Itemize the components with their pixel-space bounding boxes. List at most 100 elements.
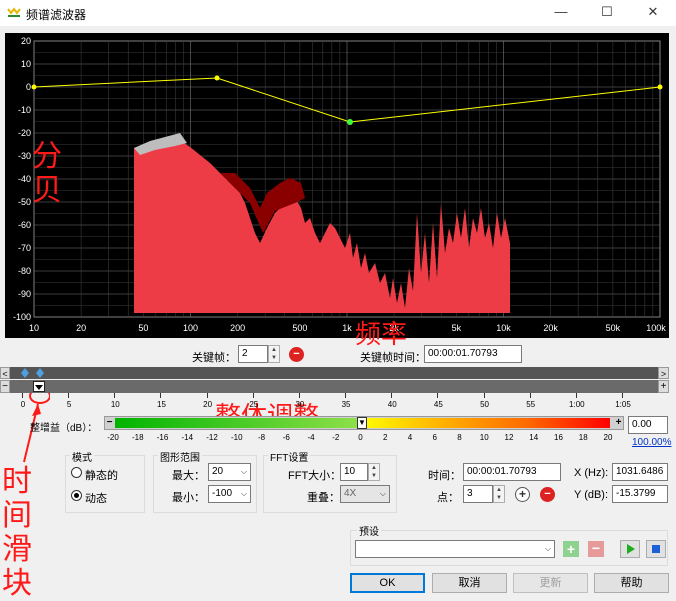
point-time-input[interactable]: 00:00:01.70793: [463, 463, 561, 481]
time-tick: [160, 393, 162, 398]
time-tick-label: 40: [387, 400, 397, 409]
time-tick-label: 1:05: [615, 400, 631, 409]
maximize-button[interactable]: ☐: [584, 0, 630, 26]
app-icon: [7, 7, 21, 19]
time-tick-label: 0: [20, 400, 26, 409]
y-input[interactable]: -15.3799: [612, 485, 668, 503]
close-button[interactable]: ✕: [630, 0, 676, 26]
help-button[interactable]: 帮助: [594, 573, 669, 593]
minimize-button[interactable]: —: [538, 0, 584, 26]
cancel-button[interactable]: 取消: [432, 573, 507, 593]
preset-select[interactable]: ⌵: [355, 540, 555, 558]
spectrum-fill: [134, 140, 510, 313]
fft-size-stepper[interactable]: ▲ ▼: [368, 463, 380, 481]
max-value: 20: [212, 466, 224, 477]
play-icon: [627, 544, 635, 554]
y-tick-label: -20: [18, 128, 31, 138]
gain-slider[interactable]: ▼ − +: [104, 416, 624, 430]
curve-point: [31, 84, 37, 90]
gain-scale-label: 14: [529, 433, 539, 442]
gain-plus-button[interactable]: +: [614, 417, 623, 429]
overlap-select[interactable]: 4X ⌵: [340, 485, 390, 503]
ok-button[interactable]: OK: [350, 573, 425, 593]
annotation-freq: 频率: [355, 320, 408, 350]
track-left-arrow[interactable]: <: [0, 367, 10, 379]
overlap-value: 4X: [344, 488, 357, 499]
x-input[interactable]: 1031.6486: [612, 463, 668, 481]
gain-percent-link[interactable]: 100.00%: [632, 437, 671, 448]
range-title: 图形范围: [158, 449, 202, 464]
stop-button[interactable]: [646, 540, 666, 558]
x-tick-label: 100k: [646, 323, 666, 333]
gain-scale-label: 4: [407, 433, 413, 442]
time-plus-button[interactable]: +: [658, 380, 669, 393]
static-radio[interactable]: [71, 467, 82, 478]
keyframe-marker[interactable]: [36, 368, 44, 378]
gain-scale-label: 18: [578, 433, 588, 442]
add-point-button[interactable]: +: [515, 487, 530, 502]
static-label: 静态的: [85, 470, 118, 482]
y-tick-label: -70: [18, 243, 31, 253]
point-stepper[interactable]: ▲ ▼: [493, 485, 505, 503]
gain-scale-label: 8: [457, 433, 462, 442]
keyframe-marker[interactable]: [21, 368, 29, 378]
gain-scale-label: -18: [131, 433, 144, 442]
min-select[interactable]: -100 ⌵: [208, 485, 251, 503]
time-tick: [437, 393, 439, 398]
dynamic-radio[interactable]: [71, 490, 82, 501]
y-tick-label: -100: [13, 312, 31, 322]
gain-scale-label: 16: [554, 433, 563, 442]
x-tick-label: 10: [29, 323, 39, 333]
time-slider-thumb[interactable]: [33, 381, 45, 392]
x-tick-label: 20k: [543, 323, 558, 333]
gain-scale-label: -16: [156, 433, 169, 442]
gain-scale-label: 12: [504, 433, 514, 442]
gain-scale-label: -12: [206, 433, 218, 442]
point-input[interactable]: 3: [463, 485, 493, 503]
time-minus-button[interactable]: −: [0, 380, 10, 393]
track-right-arrow[interactable]: >: [658, 367, 669, 379]
keyframe-input[interactable]: 2: [238, 345, 268, 363]
time-tick-label: 30: [295, 400, 305, 409]
gain-scale-label: -6: [282, 433, 290, 442]
fft-size-input[interactable]: 10: [340, 463, 368, 481]
y-tick-label: -40: [18, 174, 31, 184]
time-tick: [22, 393, 23, 398]
keyframe-track[interactable]: [5, 367, 669, 379]
annotation-time-slider: 时间滑块: [2, 464, 32, 601]
remove-point-button[interactable]: −: [540, 487, 555, 502]
remove-preset-button[interactable]: −: [588, 541, 604, 557]
x-tick-label: 1k: [342, 323, 352, 333]
keyframe-time-input[interactable]: 00:00:01.70793: [424, 345, 522, 363]
time-tick-label: 55: [526, 400, 536, 409]
remove-keyframe-button[interactable]: −: [289, 347, 304, 362]
gain-minus-button[interactable]: −: [105, 417, 114, 429]
y-tick-label: 20: [21, 36, 31, 46]
overlap-label: 重叠：: [307, 492, 340, 504]
max-select[interactable]: 20 ⌵: [208, 463, 251, 481]
gain-scale-label: 20: [603, 433, 613, 442]
x-tick-label: 5k: [452, 323, 462, 333]
fft-title: FFT设置: [268, 449, 311, 464]
play-button[interactable]: [620, 540, 640, 558]
keyframe-stepper[interactable]: ▲ ▼: [268, 345, 280, 363]
time-tick-label: 20: [203, 400, 213, 409]
time-tick-label: 1:00: [569, 400, 585, 409]
gain-scale-label: -4: [307, 433, 315, 442]
x-tick-label: 500: [292, 323, 307, 333]
time-tick: [68, 393, 70, 398]
time-track[interactable]: [5, 380, 669, 393]
time-tick: [298, 393, 300, 398]
update-button[interactable]: 更新: [513, 573, 588, 593]
point-time-label: 时间：: [428, 470, 461, 482]
time-tick: [114, 393, 116, 398]
add-preset-button[interactable]: +: [563, 541, 579, 557]
time-tick: [529, 393, 531, 398]
time-tick: [252, 393, 254, 398]
gain-slider-thumb[interactable]: ▼: [357, 417, 367, 429]
gain-value-input[interactable]: 0.00: [628, 416, 668, 434]
spectrum-graph[interactable]: 20 10 0 -10 -20 -30 -40 -50 -60 -70 -80 -90 -100 10 2…: [5, 33, 669, 338]
time-tick-label: 45: [433, 400, 443, 409]
chevron-down-icon: ⌵: [379, 489, 386, 498]
max-label: 最大：: [172, 470, 205, 482]
